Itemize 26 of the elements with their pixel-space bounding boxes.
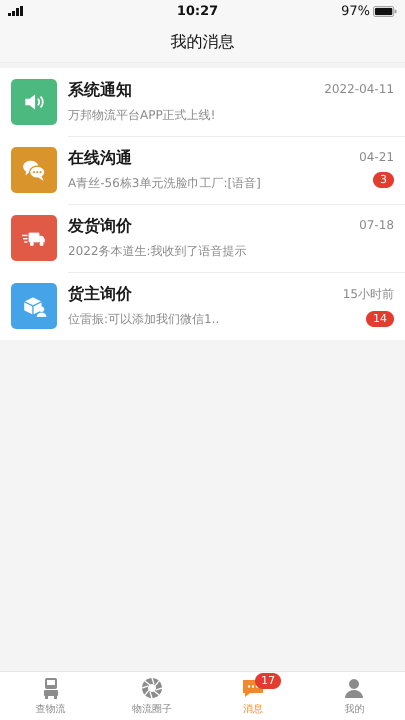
message-preview: 2022务本道生:我收到了语音提示 (68, 243, 248, 260)
message-preview: A青丝-56栋3单元洗脸巾工厂:[语音] (68, 175, 262, 192)
message-item[interactable]: 系统通知 万邦物流平台APP正式上线! 2022-04-11 (0, 68, 405, 136)
message-item[interactable]: 货主询价 位雷振:可以添加我们微信1.. 15小时前 14 (0, 272, 405, 340)
aperture-icon (140, 676, 164, 700)
battery-icon (372, 6, 397, 16)
message-time: 04-21 (359, 150, 394, 164)
unread-count: 14 (366, 311, 394, 327)
status-time: 10:27 (176, 4, 218, 18)
tab-item[interactable]: 消息 17 (202, 672, 304, 720)
message-time: 2022-04-11 (324, 82, 394, 96)
unread-count: 3 (373, 172, 394, 188)
message-title: 发货询价 (68, 216, 133, 237)
message-preview: 位雷振:可以添加我们微信1.. (68, 311, 220, 328)
message-title: 在线沟通 (68, 148, 133, 169)
page-title: 我的消息 (170, 32, 234, 52)
message-item[interactable]: 发货询价 2022务本道生:我收到了语音提示 07-18 (0, 204, 405, 272)
unread-count: 17 (255, 673, 282, 689)
message-item[interactable]: 在线沟通 A青丝-56栋3单元洗脸巾工厂:[语音] 04-21 3 (0, 136, 405, 204)
message-title: 货主询价 (68, 284, 133, 305)
signal-icon (8, 6, 24, 16)
message-time: 15小时前 (342, 286, 394, 303)
message-preview: 万邦物流平台APP正式上线! (68, 107, 216, 124)
message-time: 07-18 (359, 218, 394, 232)
message-title: 系统通知 (68, 80, 133, 101)
battery-percent: 97% (341, 4, 370, 18)
